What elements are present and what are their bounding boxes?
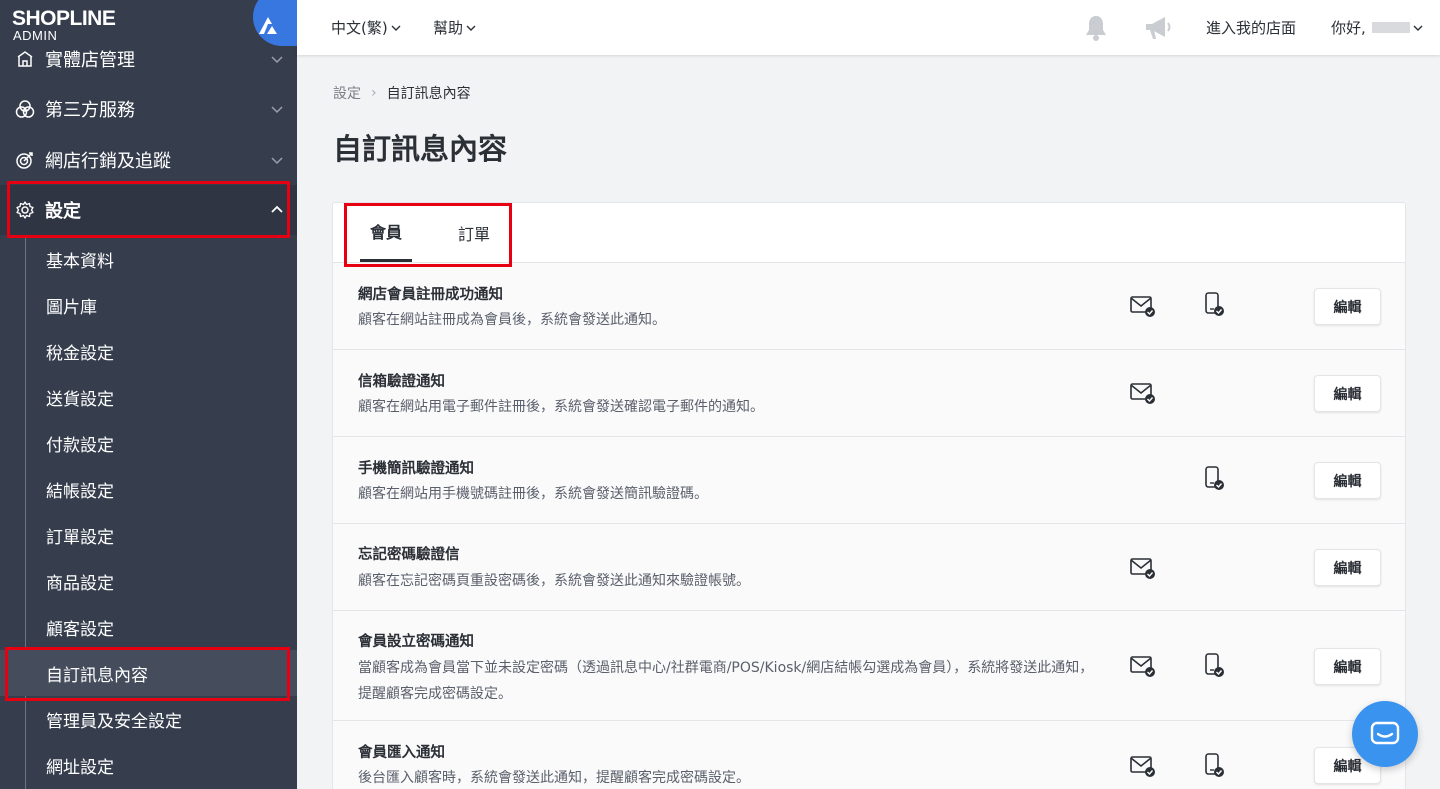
row-description: 顧客在網站註冊成為會員後，系統會發送此通知。 xyxy=(358,312,666,328)
sidebar-item-product-settings[interactable]: 商品設定 xyxy=(0,558,297,604)
notifications-button[interactable] xyxy=(1083,0,1109,55)
sms-check-icon xyxy=(1205,466,1224,490)
chat-icon xyxy=(1370,721,1400,745)
help-label: 幫助 xyxy=(433,19,464,37)
chat-launcher-button[interactable] xyxy=(1352,701,1418,767)
language-label: 中文(繁) xyxy=(331,19,388,37)
edit-button[interactable]: 編輯 xyxy=(1314,462,1381,499)
row-title: 手機簡訊驗證通知 xyxy=(358,461,474,477)
row-description: 當顧客成為會員當下並未設定密碼（透過訊息中心/社群電商/POS/Kiosk/網店… xyxy=(358,660,1094,702)
settings-submenu: 基本資料 圖片庫 稅金設定 送貨設定 付款設定 結帳設定 訂單設定 商品設定 顧… xyxy=(0,236,297,788)
sidebar-item-basic-info[interactable]: 基本資料 xyxy=(0,236,297,282)
page-title: 自訂訊息內容 xyxy=(333,132,508,166)
list-item: 網店會員註冊成功通知 顧客在網站註冊成為會員後，系統會發送此通知。 編輯 xyxy=(333,263,1405,350)
sidebar-item-settings[interactable]: 設定 xyxy=(0,185,297,235)
tab-order[interactable]: 訂單 xyxy=(448,203,500,262)
row-title: 忘記密碼驗證信 xyxy=(358,547,460,563)
chevron-down-icon xyxy=(271,106,283,114)
sidebar-item-media-library[interactable]: 圖片庫 xyxy=(0,282,297,328)
sidebar-item-order-settings[interactable]: 訂單設定 xyxy=(0,512,297,558)
list-item: 會員匯入通知 後台匯入顧客時，系統會發送此通知，提醒顧客完成密碼設定。 編輯 xyxy=(333,721,1405,789)
breadcrumb: 設定 › 自訂訊息內容 xyxy=(333,83,471,103)
chevron-down-icon xyxy=(466,25,476,31)
sidebar: SHOPLINE ADMIN 實體店管理 第三方服務 網店行銷及追蹤 設定 基本… xyxy=(0,0,297,789)
visit-store-link[interactable]: 進入我的店面 xyxy=(1206,0,1296,55)
gear-icon xyxy=(15,200,35,220)
brand-sub: ADMIN xyxy=(13,28,58,43)
sidebar-item-label: 第三方服務 xyxy=(45,100,135,121)
chevron-down-icon xyxy=(1413,25,1423,31)
row-description: 顧客在網站用電子郵件註冊後，系統會發送確認電子郵件的通知。 xyxy=(358,399,764,415)
username-redacted xyxy=(1371,22,1410,33)
chevron-down-icon xyxy=(271,56,283,64)
sms-check-icon xyxy=(1205,653,1224,677)
sidebar-item-checkout[interactable]: 結帳設定 xyxy=(0,466,297,512)
bell-icon xyxy=(1086,15,1106,41)
edit-button[interactable]: 編輯 xyxy=(1314,648,1381,685)
email-check-icon xyxy=(1130,296,1155,317)
brand-logo[interactable]: SHOPLINE ADMIN xyxy=(0,0,297,46)
language-selector[interactable]: 中文(繁) xyxy=(331,0,401,55)
chevron-up-icon xyxy=(271,205,283,213)
messages-card: 會員 訂單 網店會員註冊成功通知 顧客在網站註冊成為會員後，系統會發送此通知。 … xyxy=(332,202,1406,789)
row-title: 信箱驗證通知 xyxy=(358,374,445,390)
list-item: 信箱驗證通知 顧客在網站用電子郵件註冊後，系統會發送確認電子郵件的通知。 編輯 xyxy=(333,350,1405,437)
tab-bar: 會員 訂單 xyxy=(333,203,1405,263)
breadcrumb-current: 自訂訊息內容 xyxy=(386,86,471,102)
row-description: 後台匯入顧客時，系統會發送此通知，提醒顧客完成密碼設定。 xyxy=(358,770,750,786)
top-header: 中文(繁) 幫助 進入我的店面 你好, xyxy=(297,0,1440,55)
breadcrumb-separator-icon: › xyxy=(371,85,377,101)
sidebar-item-admin-security[interactable]: 管理員及安全設定 xyxy=(0,696,297,742)
store-icon xyxy=(15,49,35,69)
row-title: 會員匯入通知 xyxy=(358,745,445,761)
edit-button[interactable]: 編輯 xyxy=(1314,375,1381,412)
megaphone-icon xyxy=(1146,16,1171,39)
chevron-down-icon xyxy=(391,25,401,31)
email-check-icon xyxy=(1130,656,1155,677)
sidebar-item-label: 實體店管理 xyxy=(45,50,135,71)
brand-name: SHOPLINE xyxy=(12,7,116,30)
list-item: 忘記密碼驗證信 顧客在忘記密碼頁重設密碼後，系統會發送此通知來驗證帳號。 編輯 xyxy=(333,524,1405,611)
sidebar-item-domain[interactable]: 網址設定 xyxy=(0,742,297,788)
greeting-label: 你好, xyxy=(1331,19,1366,37)
announcements-button[interactable] xyxy=(1143,0,1173,55)
chevron-down-icon xyxy=(271,157,283,165)
row-description: 顧客在網站用手機號碼註冊後，系統會發送簡訊驗證碼。 xyxy=(358,486,708,502)
sidebar-item-delivery[interactable]: 送貨設定 xyxy=(0,374,297,420)
email-check-icon xyxy=(1130,383,1155,404)
email-check-icon xyxy=(1130,756,1155,777)
list-item: 會員設立密碼通知 當顧客成為會員當下並未設定密碼（透過訊息中心/社群電商/POS… xyxy=(333,611,1405,721)
help-menu[interactable]: 幫助 xyxy=(433,0,476,55)
sidebar-item-custom-messages[interactable]: 自訂訊息內容 xyxy=(0,650,297,696)
sidebar-item-label: 設定 xyxy=(45,201,81,222)
apps-icon xyxy=(15,99,35,119)
sidebar-item-label: 網店行銷及追蹤 xyxy=(45,151,171,172)
list-item: 手機簡訊驗證通知 顧客在網站用手機號碼註冊後，系統會發送簡訊驗證碼。 編輯 xyxy=(333,437,1405,524)
row-title: 會員設立密碼通知 xyxy=(358,634,474,650)
target-icon xyxy=(15,150,35,170)
shop-mountain-icon xyxy=(259,17,277,34)
sms-check-icon xyxy=(1205,292,1224,316)
row-title: 網店會員註冊成功通知 xyxy=(358,287,503,303)
email-check-icon xyxy=(1130,558,1155,579)
sidebar-item-payment[interactable]: 付款設定 xyxy=(0,420,297,466)
sidebar-item-marketing[interactable]: 網店行銷及追蹤 xyxy=(0,135,297,185)
sidebar-item-tax[interactable]: 稅金設定 xyxy=(0,328,297,374)
edit-button[interactable]: 編輯 xyxy=(1314,288,1381,325)
sidebar-item-customer-settings[interactable]: 顧客設定 xyxy=(0,604,297,650)
sms-check-icon xyxy=(1205,753,1224,777)
account-menu[interactable]: 你好, xyxy=(1331,0,1423,55)
sidebar-item-third-party[interactable]: 第三方服務 xyxy=(0,84,297,134)
row-description: 顧客在忘記密碼頁重設密碼後，系統會發送此通知來驗證帳號。 xyxy=(358,573,750,589)
store-badge[interactable] xyxy=(253,0,297,46)
breadcrumb-parent[interactable]: 設定 xyxy=(333,83,361,103)
edit-button[interactable]: 編輯 xyxy=(1314,549,1381,586)
tab-member[interactable]: 會員 xyxy=(360,203,412,262)
